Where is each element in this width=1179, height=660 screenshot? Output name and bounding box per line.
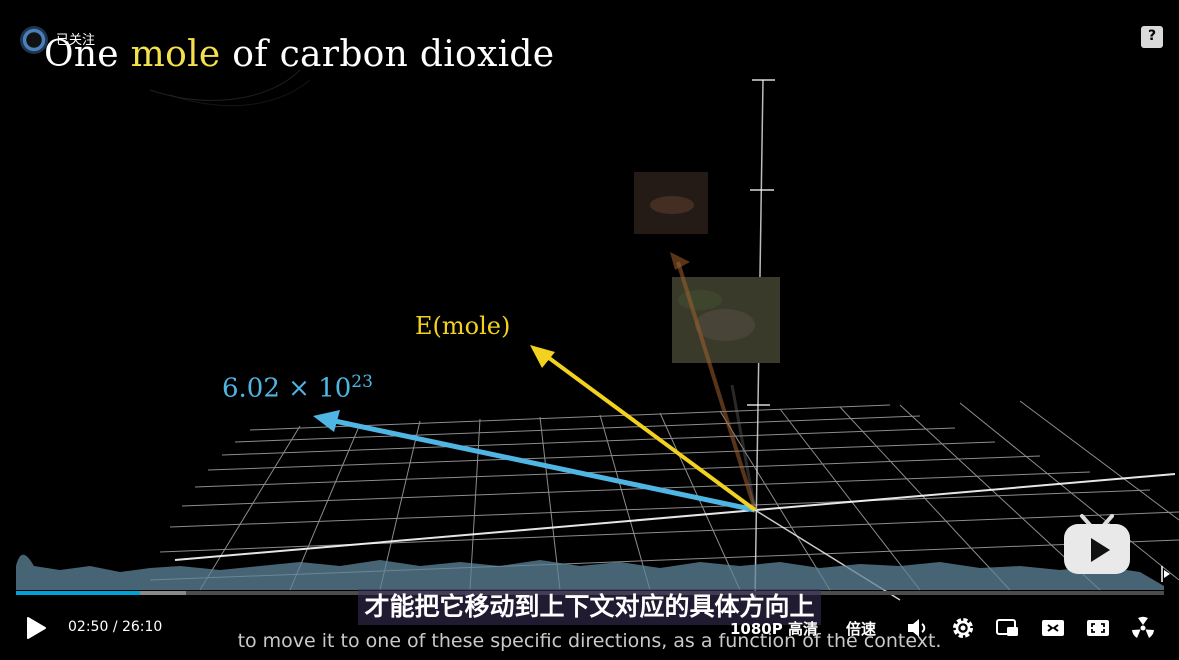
vector-e-mole-arrowhead — [530, 345, 555, 368]
vector-avogadro-arrowhead — [313, 410, 340, 432]
video-frame — [16, 69, 1179, 601]
grid-plane — [149, 400, 1179, 591]
video-player[interactable]: 已关注 One mole of carbon dioxide ? E(mole)… — [0, 0, 1179, 660]
image-card-beetle — [634, 172, 708, 234]
help-icon[interactable]: ? — [1141, 26, 1163, 48]
title-highlight: mole — [130, 34, 221, 75]
label-e-mole: E(mole) — [415, 312, 511, 340]
video-caption-title: One mole of carbon dioxide — [44, 34, 554, 75]
title-prefix: One — [44, 34, 131, 75]
title-suffix: of carbon dioxide — [220, 34, 555, 75]
label-avogadro-base: 6.02 × 10 — [222, 373, 352, 404]
bilibili-tv-icon — [1064, 514, 1130, 574]
subtitle-english: to move it to one of these specific dire… — [237, 630, 942, 652]
progress-bar[interactable] — [16, 591, 1164, 595]
progress-played — [16, 591, 140, 595]
progress-end-marker-icon[interactable] — [1158, 564, 1172, 584]
audio-waveform — [16, 554, 1164, 590]
label-avogadro-exponent: 23 — [351, 372, 373, 392]
label-avogadro: 6.02 × 1023 — [222, 372, 373, 404]
